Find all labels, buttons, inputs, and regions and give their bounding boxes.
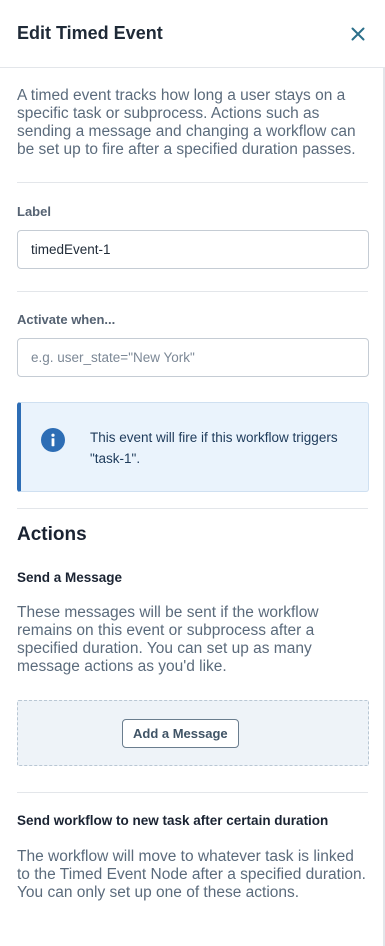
send-message-heading: Send a Message bbox=[17, 570, 123, 585]
divider bbox=[17, 291, 368, 292]
label-input[interactable] bbox=[17, 230, 369, 269]
close-icon bbox=[351, 27, 365, 40]
divider bbox=[17, 792, 368, 793]
send-message-description: These messages will be sent if the workf… bbox=[17, 604, 319, 675]
info-icon bbox=[41, 428, 65, 452]
add-message-button[interactable]: Add a Message bbox=[122, 718, 239, 748]
info-callout: This event will fire if this workflow tr… bbox=[17, 402, 369, 492]
close-button[interactable] bbox=[346, 22, 370, 46]
actions-heading: Actions bbox=[17, 524, 87, 545]
panel-header: Edit Timed Event bbox=[0, 0, 385, 68]
activate-when-input[interactable] bbox=[17, 338, 369, 377]
intro-text: A timed event tracks how long a user sta… bbox=[17, 68, 368, 183]
info-text: This event will fire if this workflow tr… bbox=[90, 430, 338, 466]
send-workflow-description: The workflow will move to whatever task … bbox=[17, 848, 366, 901]
panel-title: Edit Timed Event bbox=[17, 23, 163, 43]
panel-body: A timed event tracks how long a user sta… bbox=[0, 68, 385, 902]
divider bbox=[17, 508, 368, 509]
message-actions-area: Add a Message bbox=[17, 700, 369, 766]
label-field-label: Label bbox=[17, 204, 51, 219]
activate-when-label: Activate when... bbox=[17, 312, 116, 327]
send-workflow-heading: Send workflow to new task after certain … bbox=[17, 813, 329, 828]
